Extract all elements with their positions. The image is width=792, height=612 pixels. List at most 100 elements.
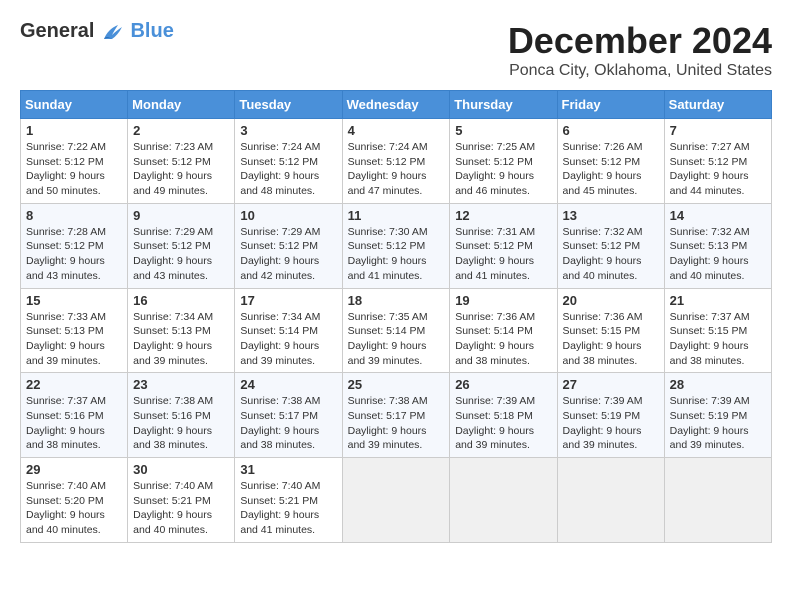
day-number: 31: [240, 462, 336, 477]
day-number: 29: [26, 462, 122, 477]
day-number: 26: [455, 377, 551, 392]
calendar-cell: 17 Sunrise: 7:34 AM Sunset: 5:14 PM Dayli…: [235, 288, 342, 373]
logo-blue: Blue: [130, 20, 173, 43]
calendar-week-row: 22 Sunrise: 7:37 AM Sunset: 5:16 PM Dayli…: [21, 373, 772, 458]
day-number: 30: [133, 462, 229, 477]
calendar-week-row: 15Sunrise: 7:33 AM Sunset: 5:13 PM Dayli…: [21, 288, 772, 373]
day-number: 17: [240, 293, 336, 308]
day-info: Sunrise: 7:27 AM Sunset: 5:12 PM Dayligh…: [670, 140, 766, 199]
calendar-cell: 22 Sunrise: 7:37 AM Sunset: 5:16 PM Dayli…: [21, 373, 128, 458]
day-info: Sunrise: 7:29 AM Sunset: 5:12 PM Dayligh…: [133, 225, 229, 284]
day-number: 27: [563, 377, 659, 392]
day-info: Sunrise: 7:25 AM Sunset: 5:12 PM Dayligh…: [455, 140, 551, 199]
day-info: Sunrise: 7:28 AM Sunset: 5:12 PM Dayligh…: [26, 225, 122, 284]
day-info: Sunrise: 7:40 AM Sunset: 5:20 PM Dayligh…: [26, 479, 122, 538]
calendar-cell: 20Sunrise: 7:36 AM Sunset: 5:15 PM Dayli…: [557, 288, 664, 373]
day-number: 10: [240, 208, 336, 223]
day-info: Sunrise: 7:40 AM Sunset: 5:21 PM Dayligh…: [240, 479, 336, 538]
day-info: Sunrise: 7:32 AM Sunset: 5:13 PM Dayligh…: [670, 225, 766, 284]
month-title: December 2024: [508, 20, 772, 62]
day-number: 15: [26, 293, 122, 308]
day-info: Sunrise: 7:37 AM Sunset: 5:16 PM Dayligh…: [26, 394, 122, 453]
logo-general: General: [20, 20, 94, 43]
day-number: 2: [133, 123, 229, 138]
day-info: Sunrise: 7:30 AM Sunset: 5:12 PM Dayligh…: [348, 225, 445, 284]
day-number: 23: [133, 377, 229, 392]
day-info: Sunrise: 7:36 AM Sunset: 5:14 PM Dayligh…: [455, 310, 551, 369]
day-info: Sunrise: 7:29 AM Sunset: 5:12 PM Dayligh…: [240, 225, 336, 284]
day-info: Sunrise: 7:40 AM Sunset: 5:21 PM Dayligh…: [133, 479, 229, 538]
day-number: 8: [26, 208, 122, 223]
day-number: 18: [348, 293, 445, 308]
calendar-cell: 16 Sunrise: 7:34 AM Sunset: 5:13 PM Dayli…: [128, 288, 235, 373]
calendar-cell: 30 Sunrise: 7:40 AM Sunset: 5:21 PM Dayli…: [128, 458, 235, 543]
day-info: Sunrise: 7:34 AM Sunset: 5:14 PM Dayligh…: [240, 310, 336, 369]
calendar-cell: 6 Sunrise: 7:26 AM Sunset: 5:12 PM Daylig…: [557, 119, 664, 204]
day-number: 9: [133, 208, 229, 223]
calendar-cell: [664, 458, 771, 543]
calendar-week-row: 29 Sunrise: 7:40 AM Sunset: 5:20 PM Dayli…: [21, 458, 772, 543]
day-info: Sunrise: 7:24 AM Sunset: 5:12 PM Dayligh…: [240, 140, 336, 199]
day-info: Sunrise: 7:26 AM Sunset: 5:12 PM Dayligh…: [563, 140, 659, 199]
calendar-cell: [557, 458, 664, 543]
day-number: 7: [670, 123, 766, 138]
day-info: Sunrise: 7:24 AM Sunset: 5:12 PM Dayligh…: [348, 140, 445, 199]
day-info: Sunrise: 7:38 AM Sunset: 5:17 PM Dayligh…: [240, 394, 336, 453]
logo: General Blue: [20, 20, 174, 43]
title-area: December 2024 Ponca City, Oklahoma, Unit…: [508, 20, 772, 80]
calendar-cell: 29 Sunrise: 7:40 AM Sunset: 5:20 PM Dayli…: [21, 458, 128, 543]
day-number: 3: [240, 123, 336, 138]
calendar-cell: [342, 458, 450, 543]
calendar-cell: 10 Sunrise: 7:29 AM Sunset: 5:12 PM Dayli…: [235, 203, 342, 288]
day-number: 22: [26, 377, 122, 392]
calendar-header-row: SundayMondayTuesdayWednesdayThursdayFrid…: [21, 91, 772, 119]
day-info: Sunrise: 7:39 AM Sunset: 5:19 PM Dayligh…: [563, 394, 659, 453]
calendar-week-row: 8 Sunrise: 7:28 AM Sunset: 5:12 PM Daylig…: [21, 203, 772, 288]
calendar-cell: [450, 458, 557, 543]
day-number: 12: [455, 208, 551, 223]
day-info: Sunrise: 7:22 AM Sunset: 5:12 PM Dayligh…: [26, 140, 122, 199]
page-header: General Blue December 2024 Ponca City, O…: [20, 20, 772, 80]
weekday-header-monday: Monday: [128, 91, 235, 119]
calendar-cell: 7 Sunrise: 7:27 AM Sunset: 5:12 PM Daylig…: [664, 119, 771, 204]
day-number: 24: [240, 377, 336, 392]
calendar-cell: 2Sunrise: 7:23 AM Sunset: 5:12 PM Daylig…: [128, 119, 235, 204]
calendar-cell: 8 Sunrise: 7:28 AM Sunset: 5:12 PM Daylig…: [21, 203, 128, 288]
logo-bird-icon: [98, 21, 126, 43]
calendar-cell: 15Sunrise: 7:33 AM Sunset: 5:13 PM Dayli…: [21, 288, 128, 373]
day-number: 14: [670, 208, 766, 223]
calendar-cell: 13Sunrise: 7:32 AM Sunset: 5:12 PM Dayli…: [557, 203, 664, 288]
calendar-cell: 12 Sunrise: 7:31 AM Sunset: 5:12 PM Dayli…: [450, 203, 557, 288]
day-info: Sunrise: 7:32 AM Sunset: 5:12 PM Dayligh…: [563, 225, 659, 284]
day-info: Sunrise: 7:39 AM Sunset: 5:18 PM Dayligh…: [455, 394, 551, 453]
day-info: Sunrise: 7:39 AM Sunset: 5:19 PM Dayligh…: [670, 394, 766, 453]
day-info: Sunrise: 7:38 AM Sunset: 5:17 PM Dayligh…: [348, 394, 445, 453]
day-number: 16: [133, 293, 229, 308]
day-info: Sunrise: 7:35 AM Sunset: 5:14 PM Dayligh…: [348, 310, 445, 369]
day-number: 20: [563, 293, 659, 308]
weekday-header-thursday: Thursday: [450, 91, 557, 119]
calendar-cell: 4 Sunrise: 7:24 AM Sunset: 5:12 PM Daylig…: [342, 119, 450, 204]
calendar-cell: 1 Sunrise: 7:22 AM Sunset: 5:12 PM Daylig…: [21, 119, 128, 204]
day-number: 5: [455, 123, 551, 138]
day-number: 6: [563, 123, 659, 138]
calendar-cell: 21 Sunrise: 7:37 AM Sunset: 5:15 PM Dayli…: [664, 288, 771, 373]
weekday-header-friday: Friday: [557, 91, 664, 119]
day-number: 1: [26, 123, 122, 138]
day-info: Sunrise: 7:31 AM Sunset: 5:12 PM Dayligh…: [455, 225, 551, 284]
day-number: 4: [348, 123, 445, 138]
day-number: 28: [670, 377, 766, 392]
day-number: 25: [348, 377, 445, 392]
day-number: 21: [670, 293, 766, 308]
calendar-cell: 23 Sunrise: 7:38 AM Sunset: 5:16 PM Dayli…: [128, 373, 235, 458]
day-info: Sunrise: 7:37 AM Sunset: 5:15 PM Dayligh…: [670, 310, 766, 369]
calendar-cell: 18 Sunrise: 7:35 AM Sunset: 5:14 PM Dayli…: [342, 288, 450, 373]
weekday-header-sunday: Sunday: [21, 91, 128, 119]
day-info: Sunrise: 7:38 AM Sunset: 5:16 PM Dayligh…: [133, 394, 229, 453]
calendar-cell: 11Sunrise: 7:30 AM Sunset: 5:12 PM Dayli…: [342, 203, 450, 288]
calendar-cell: 3 Sunrise: 7:24 AM Sunset: 5:12 PM Daylig…: [235, 119, 342, 204]
location-subtitle: Ponca City, Oklahoma, United States: [508, 62, 772, 80]
day-info: Sunrise: 7:34 AM Sunset: 5:13 PM Dayligh…: [133, 310, 229, 369]
calendar-cell: 9 Sunrise: 7:29 AM Sunset: 5:12 PM Daylig…: [128, 203, 235, 288]
calendar-cell: 27 Sunrise: 7:39 AM Sunset: 5:19 PM Dayli…: [557, 373, 664, 458]
